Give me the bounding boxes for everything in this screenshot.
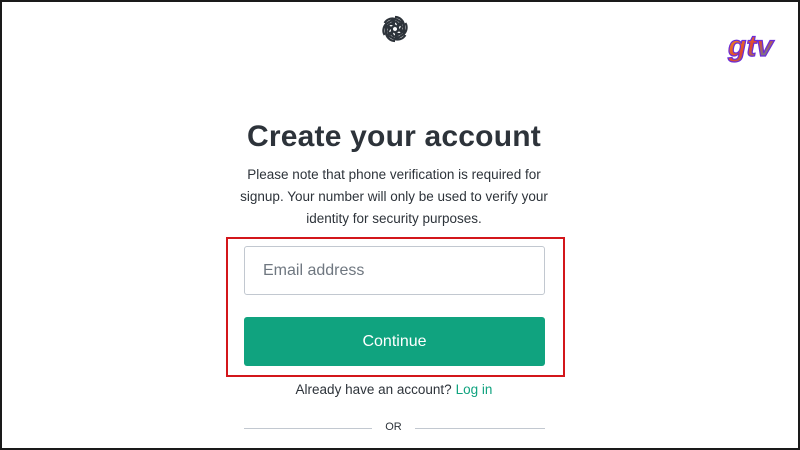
- login-prompt-row: Already have an account? Log in: [2, 382, 786, 397]
- page-frame: gtv Create your account Please note that…: [0, 0, 800, 450]
- divider-line-right: [415, 428, 545, 429]
- email-input[interactable]: [244, 246, 545, 295]
- login-prompt-text: Already have an account?: [295, 382, 452, 397]
- continue-button[interactable]: Continue: [244, 317, 545, 366]
- divider-or-label: OR: [385, 421, 402, 433]
- login-link[interactable]: Log in: [456, 382, 493, 397]
- openai-logo-icon: [382, 15, 408, 43]
- page-title: Create your account: [247, 120, 541, 153]
- gtv-watermark-text: gtv: [727, 30, 775, 63]
- divider-line-left: [244, 428, 372, 429]
- phone-verification-note: Please note that phone verification is r…: [240, 167, 548, 226]
- gtv-watermark-logo: gtv: [726, 29, 776, 63]
